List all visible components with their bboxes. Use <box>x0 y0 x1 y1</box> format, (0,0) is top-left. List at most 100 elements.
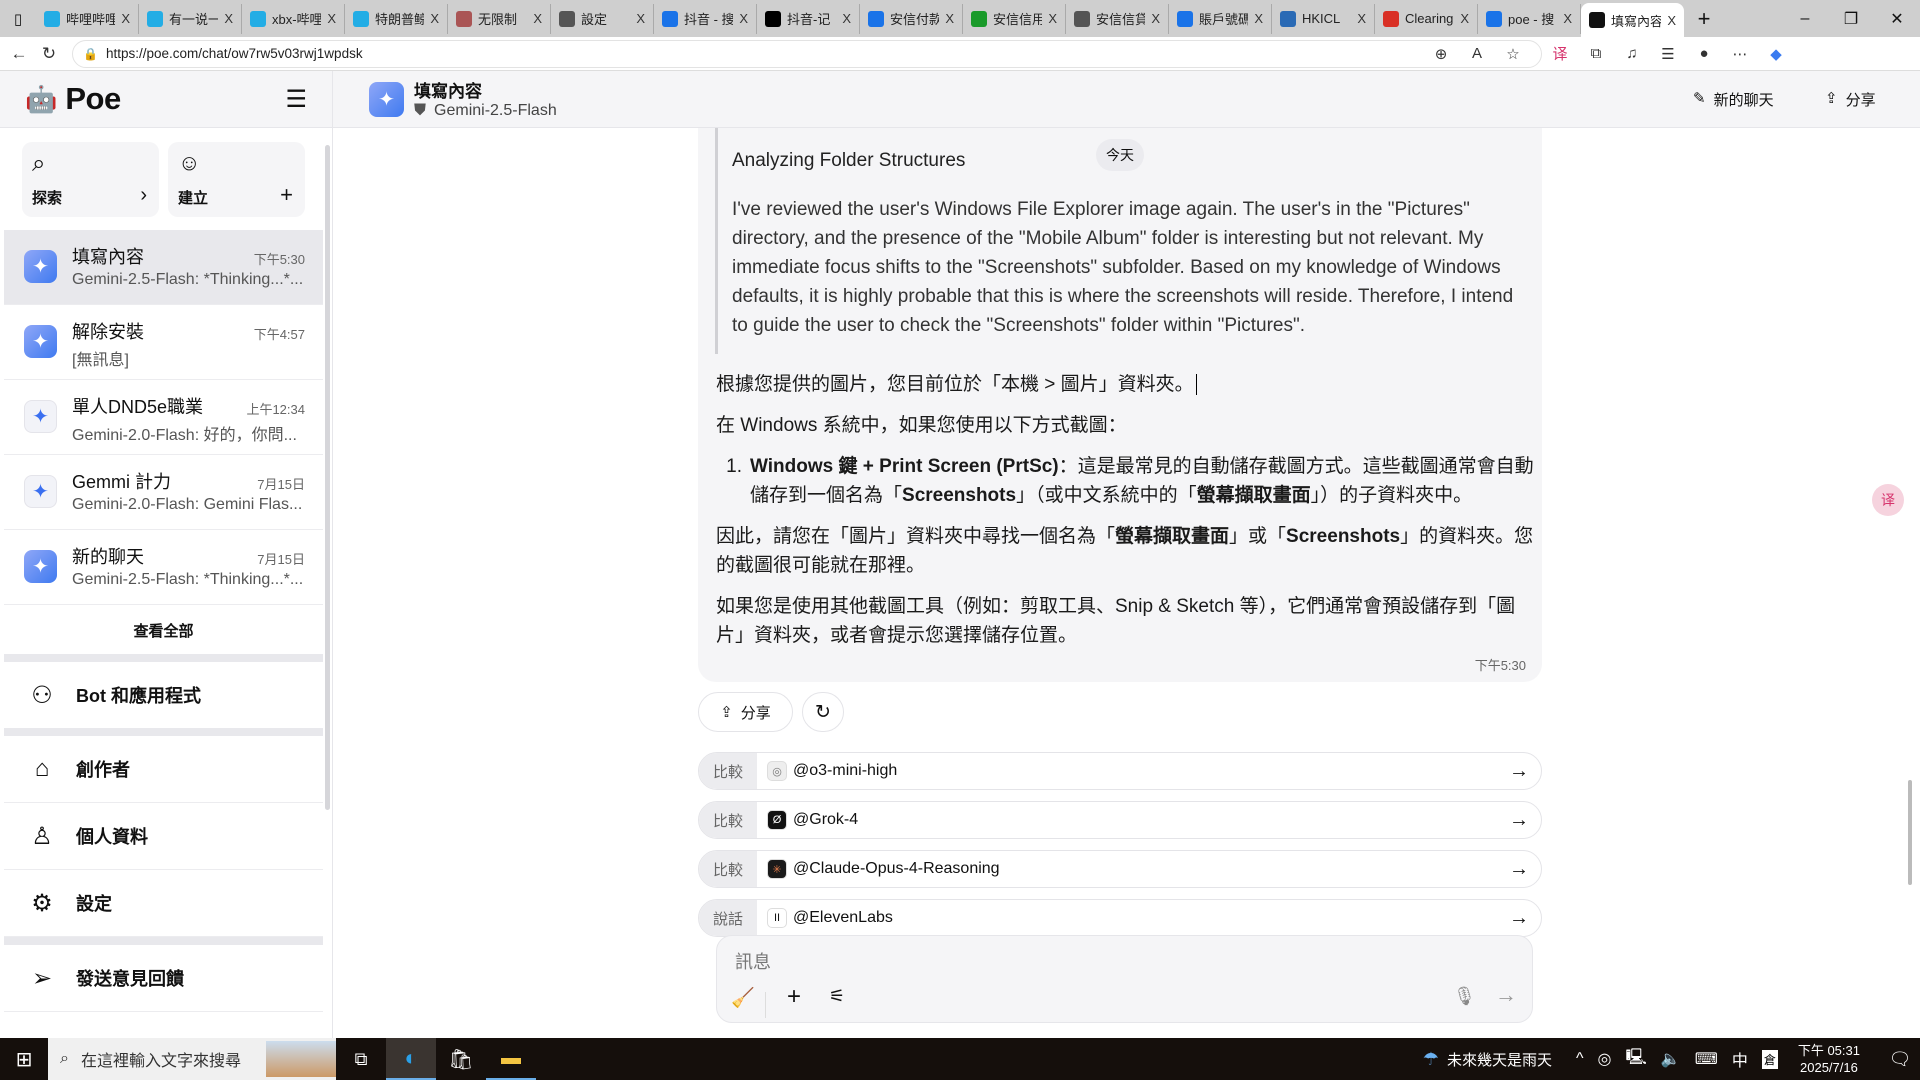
close-tab-icon[interactable]: X <box>1460 11 1469 26</box>
clock[interactable]: 下午 05:31 2025/7/16 <box>1798 1042 1860 1076</box>
close-tab-icon[interactable]: X <box>945 11 954 26</box>
ime-changjie[interactable]: 倉 <box>1761 1049 1778 1069</box>
browser-tab[interactable]: 填寫內容 X <box>1581 3 1684 37</box>
close-tab-icon[interactable]: X <box>636 11 645 26</box>
attach-plus-icon[interactable]: + <box>787 983 801 1011</box>
suggested-bot-row[interactable]: 比較 ✳ @Claude-Opus-4-Reasoning → <box>698 850 1542 888</box>
close-tab-icon[interactable]: X <box>842 11 851 26</box>
close-tab-icon[interactable]: X <box>1563 11 1572 26</box>
notification-icon[interactable]: 🗨 <box>1880 1049 1920 1070</box>
keyboard-icon[interactable]: ⌨ <box>1695 1049 1718 1069</box>
new-chat-button[interactable]: ✎ 新的聊天 <box>1693 89 1774 110</box>
chat-list-item[interactable]: ✦ 解除安裝 [無訊息] 下午4:57 <box>4 305 323 380</box>
extensions-icon[interactable]: ⧉ <box>1578 45 1614 62</box>
refresh-icon[interactable]: ↻ <box>34 44 64 64</box>
tab-actions-icon[interactable]: ▯ <box>0 10 36 28</box>
chat-list-item[interactable]: ✦ 填寫內容 Gemini-2.5-Flash: *Thinking...*... 下… <box>4 230 323 305</box>
chat-list-item[interactable]: ✦ 單人DND5e職業 Gemini-2.0-Flash: 好的，你問... 上午12… <box>4 380 323 455</box>
favorites-icon[interactable]: ☰ <box>1650 45 1686 63</box>
close-tab-icon[interactable]: X <box>1357 11 1366 26</box>
close-tab-icon[interactable]: X <box>327 11 336 26</box>
browser-tab[interactable]: 安信付款 X <box>860 3 963 34</box>
share-button[interactable]: ⇪ 分享 <box>1825 89 1876 110</box>
meet-icon[interactable]: ◎ <box>1597 1049 1611 1069</box>
close-window-button[interactable]: ✕ <box>1874 9 1920 29</box>
main-scrollbar[interactable] <box>1908 780 1912 885</box>
show-hidden-icons[interactable]: ^ <box>1576 1050 1584 1068</box>
url-field[interactable]: 🔒 https://poe.com/chat/ow7rw5v03rwj1wpds… <box>72 39 1542 68</box>
chat-list-item[interactable]: ✦ Gemmi 計力 Gemini-2.0-Flash: Gemini Flas..… <box>4 455 323 530</box>
regenerate-button[interactable]: ↻ <box>802 692 844 732</box>
browser-tab[interactable]: 无限制 X <box>448 3 551 34</box>
chat-list-item[interactable]: ✦ 新的聊天 Gemini-2.5-Flash: *Thinking...*... 7… <box>4 530 323 605</box>
browser-tab[interactable]: Clearing X <box>1375 3 1478 34</box>
view-all-link[interactable]: 查看全部 <box>4 605 323 655</box>
maximize-button[interactable]: ❐ <box>1828 9 1874 29</box>
close-tab-icon[interactable]: X <box>224 11 233 26</box>
close-tab-icon[interactable]: X <box>739 11 748 26</box>
response-text[interactable]: 根據您提供的圖片，您目前位於「本機 > 圖片」資料夾。 在 Windows 系統… <box>716 370 1536 650</box>
minimize-button[interactable]: – <box>1782 10 1828 28</box>
ime-mode[interactable]: 中 <box>1732 1047 1748 1071</box>
store-taskbar-icon[interactable]: 🛍 <box>436 1047 486 1072</box>
copilot-icon[interactable]: ◆ <box>1758 45 1794 63</box>
browser-tab[interactable]: xbx-哔哩 X <box>242 3 345 34</box>
windows-start-icon[interactable]: ⊞ <box>0 1047 48 1072</box>
sidebar-item-bots[interactable]: ⚇ Bot 和應用程式 <box>4 662 323 729</box>
browser-tab[interactable]: 安信信用 X <box>963 3 1066 34</box>
close-tab-icon[interactable]: X <box>533 11 542 26</box>
explorer-taskbar-icon[interactable]: ▬ <box>486 1038 536 1080</box>
zoom-icon[interactable]: ⊕ <box>1423 45 1459 63</box>
favorite-star-icon[interactable]: ☆ <box>1495 45 1531 63</box>
browser-tab[interactable]: 安信信貸 X <box>1066 3 1169 34</box>
create-card[interactable]: ☺ 建立 + <box>168 142 305 217</box>
gemini-bot-avatar[interactable]: ✦ <box>369 82 404 117</box>
close-tab-icon[interactable]: X <box>1048 11 1057 26</box>
message-input[interactable]: 訊息 <box>735 948 771 974</box>
microphone-icon[interactable]: 🎙 <box>1453 986 1476 1007</box>
browser-tab[interactable]: 有一说一 X <box>139 3 242 34</box>
browser-tab[interactable]: 抖音-记 X <box>757 3 860 34</box>
browser-tab[interactable]: 抖音 - 搜 X <box>654 3 757 34</box>
clear-context-icon[interactable]: 🧹 <box>731 986 755 1010</box>
close-tab-icon[interactable]: X <box>1254 11 1263 26</box>
suggested-bot-row[interactable]: 比較 ◎ @o3-mini-high → <box>698 752 1542 790</box>
translate-float-icon[interactable]: 译 <box>1872 484 1904 516</box>
suggested-bot-row[interactable]: 比較 Ø @Grok-4 → <box>698 801 1542 839</box>
sidebar-item-profile[interactable]: ♙ 個人資料 <box>4 803 323 870</box>
menu-hamburger-icon[interactable]: ☰ <box>285 85 307 114</box>
sidebar-scrollbar[interactable] <box>325 145 330 810</box>
browser-tab[interactable]: HKICL X <box>1272 3 1375 34</box>
task-view-icon[interactable]: ⧉ <box>336 1049 386 1070</box>
profile-avatar[interactable]: ● <box>1686 45 1722 62</box>
sidebar-item-settings[interactable]: ⚙ 設定 <box>4 870 323 937</box>
back-icon[interactable]: ← <box>4 44 34 64</box>
explore-card[interactable]: ⌕ 探索 › <box>22 142 159 217</box>
sidebar-item-creators[interactable]: ⌂ 創作者 <box>4 736 323 803</box>
sidebar-item-feedback[interactable]: ➢ 發送意見回饋 <box>4 945 323 1012</box>
bot-name-link[interactable]: ⛊ Gemini-2.5-Flash <box>414 102 557 120</box>
new-tab-button[interactable]: + <box>1684 6 1724 32</box>
media-icon[interactable]: ♫ <box>1614 45 1650 62</box>
weather-text[interactable]: 未來幾天是雨天 <box>1447 1049 1552 1070</box>
translate-extension-icon[interactable]: 译 <box>1542 43 1578 64</box>
share-message-button[interactable]: ⇪ 分享 <box>698 692 793 732</box>
browser-tab[interactable]: 特朗普鲸 X <box>345 3 448 34</box>
browser-tab[interactable]: 哔哩哔哩 X <box>36 3 139 34</box>
send-arrow-icon[interactable]: → <box>1495 982 1517 1008</box>
settings-sliders-icon[interactable]: ⚟ <box>829 986 845 1007</box>
browser-tab[interactable]: poe - 搜 X <box>1478 3 1581 34</box>
network-icon[interactable]: 🖳 <box>1625 1046 1646 1073</box>
close-tab-icon[interactable]: X <box>430 11 439 26</box>
close-tab-icon[interactable]: X <box>1667 13 1676 28</box>
close-tab-icon[interactable]: X <box>121 11 130 26</box>
suggested-bot-row[interactable]: 說話 II @ElevenLabs → <box>698 899 1542 937</box>
edge-taskbar-icon[interactable]: ◐ <box>386 1038 436 1080</box>
browser-tab[interactable]: 設定 X <box>551 3 654 34</box>
more-icon[interactable]: ⋯ <box>1722 45 1758 63</box>
taskbar-search-box[interactable]: ⌕ 在這裡輸入文字來搜尋 <box>48 1038 336 1080</box>
browser-tab[interactable]: 賬戶號碼 X <box>1169 3 1272 34</box>
volume-icon[interactable]: 🔈 <box>1661 1049 1681 1069</box>
close-tab-icon[interactable]: X <box>1151 11 1160 26</box>
read-aloud-icon[interactable]: A <box>1459 45 1495 62</box>
